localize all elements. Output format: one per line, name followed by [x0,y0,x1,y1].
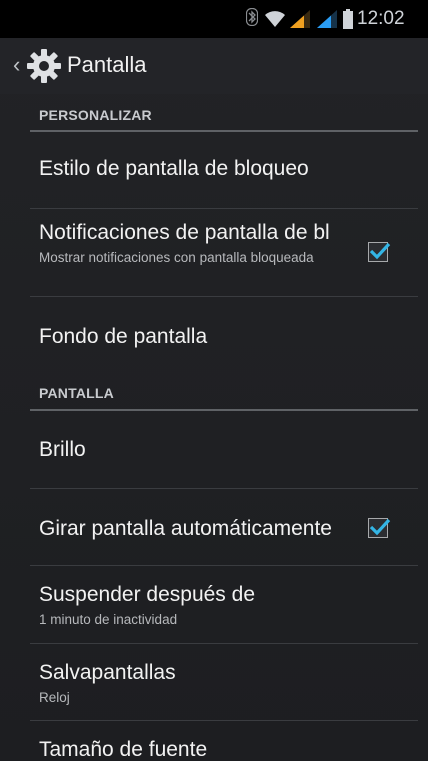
pref-screensaver[interactable]: Salvapantallas Reloj [30,644,418,721]
settings-screen: 12:02 ‹ Pantalla PERSONALIZAR Estilo de … [0,0,428,761]
back-chevron-icon[interactable]: ‹ [13,52,20,78]
pref-title: Suspender después de [39,583,255,606]
pref-summary: 1 minuto de inactividad [39,612,178,627]
battery-icon [343,9,353,34]
pref-brightness[interactable]: Brillo [30,410,418,489]
action-bar: ‹ Pantalla [0,38,428,94]
category-header: PANTALLA [39,385,114,401]
pref-title: Notificaciones de pantalla de bl [39,221,330,244]
signal-sim2-icon [316,9,338,34]
notifications-checkbox[interactable] [368,242,391,262]
page-title: Pantalla [67,52,147,77]
pref-title: Tamaño de fuente [39,738,208,761]
pref-title: Girar pantalla automáticamente [39,517,332,540]
pref-lock-screen-style[interactable]: Estilo de pantalla de bloqueo [30,130,418,209]
pref-title: Estilo de pantalla de bloqueo [39,157,309,180]
settings-gear-icon[interactable] [24,46,64,91]
auto-rotate-checkbox[interactable] [368,518,391,538]
pref-summary: Reloj [39,690,70,705]
category-pantalla: PANTALLA [30,373,418,411]
pref-title: Brillo [39,438,86,461]
pref-summary: Mostrar notificaciones con pantalla bloq… [39,250,314,265]
pref-lockscreen-notifications[interactable]: Notificaciones de pantalla de bl Mostrar… [30,209,418,297]
clock-time: 12:02 [357,8,405,29]
pref-wallpaper[interactable]: Fondo de pantalla [30,297,418,373]
pref-sleep[interactable]: Suspender después de 1 minuto de inactiv… [30,566,418,644]
pref-auto-rotate[interactable]: Girar pantalla automáticamente [30,489,418,566]
status-bar: 12:02 [0,0,428,38]
wifi-icon [264,10,286,33]
bluetooth-icon [245,7,259,31]
category-personalizar: PERSONALIZAR [30,94,418,132]
pref-title: Salvapantallas [39,661,176,684]
pref-font-size[interactable]: Tamaño de fuente [30,721,418,761]
category-header: PERSONALIZAR [39,107,152,123]
pref-title: Fondo de pantalla [39,325,208,348]
signal-sim1-icon [289,9,311,34]
